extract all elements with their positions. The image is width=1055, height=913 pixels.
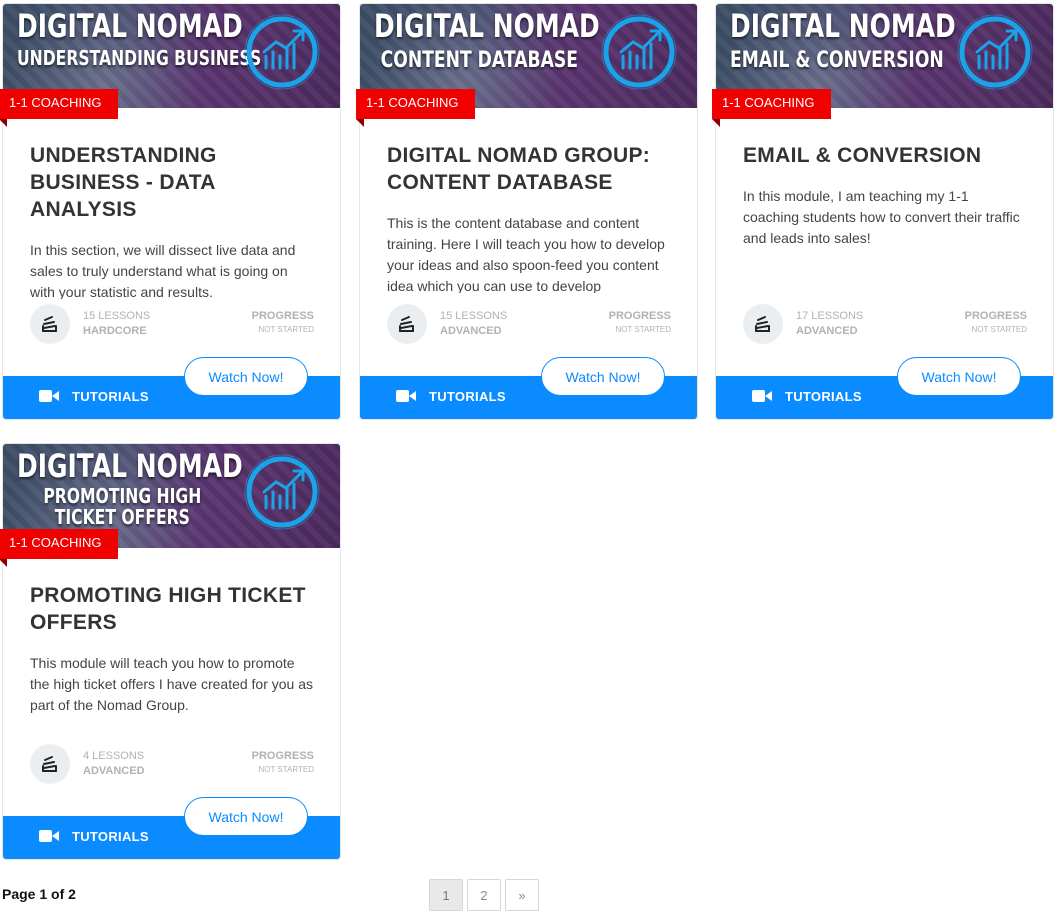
banner-title: DIGITAL NOMAD CONTENT DATABASE <box>374 7 600 73</box>
category-label[interactable]: TUTORIALS <box>72 389 149 404</box>
video-camera-icon <box>396 390 416 402</box>
course-meta: 4 LESSONS ADVANCED PROGRESS NOT STARTED <box>30 744 314 784</box>
course-card[interactable]: DIGITAL NOMAD UNDERSTANDING BUSINESS 1-1… <box>0 3 341 420</box>
difficulty-level: ADVANCED <box>440 325 502 337</box>
course-title[interactable]: UNDERSTANDING BUSINESS - DATA ANALYSIS <box>30 142 314 223</box>
card-footer: TUTORIALS Watch Now! <box>3 357 340 419</box>
course-description: This module will teach you how to promot… <box>30 655 314 713</box>
category-label[interactable]: TUTORIALS <box>429 389 506 404</box>
page-2-link[interactable]: 2 <box>467 879 501 911</box>
course-description: This is the content database and content… <box>387 215 665 293</box>
video-camera-icon <box>752 390 772 402</box>
watch-now-button[interactable]: Watch Now! <box>184 797 308 836</box>
coaching-badge: 1-1 COACHING <box>356 89 476 127</box>
coaching-badge: 1-1 COACHING <box>712 89 832 127</box>
progress-status: NOT STARTED <box>971 325 1027 334</box>
course-card[interactable]: DIGITAL NOMAD EMAIL & CONVERSION 1-1 COA… <box>712 3 1054 420</box>
video-camera-icon <box>39 830 59 842</box>
progress-label: PROGRESS <box>608 310 671 322</box>
course-meta: 17 LESSONS ADVANCED PROGRESS NOT STARTED <box>743 304 1027 344</box>
lesson-count: 15 LESSONS <box>440 310 508 322</box>
stack-icon <box>743 304 783 344</box>
card-footer: TUTORIALS Watch Now! <box>360 357 697 419</box>
course-title[interactable]: DIGITAL NOMAD GROUP: CONTENT DATABASE <box>387 142 671 196</box>
next-page-link[interactable]: » <box>505 879 539 911</box>
watch-now-button[interactable]: Watch Now! <box>541 357 665 396</box>
banner-title: DIGITAL NOMAD EMAIL & CONVERSION <box>730 7 956 73</box>
progress-label: PROGRESS <box>964 310 1027 322</box>
stack-icon <box>30 304 70 344</box>
course-card[interactable]: DIGITAL NOMAD CONTENT DATABASE 1-1 COACH… <box>356 3 698 420</box>
course-description: In this module, I am teaching my 1-1 coa… <box>743 188 1020 246</box>
watch-now-button[interactable]: Watch Now! <box>897 357 1021 396</box>
growth-chart-icon <box>601 14 677 90</box>
card-footer: TUTORIALS Watch Now! <box>3 797 340 859</box>
course-meta: 15 LESSONS ADVANCED PROGRESS NOT STARTED <box>387 304 671 344</box>
difficulty-level: ADVANCED <box>796 325 858 337</box>
video-camera-icon <box>39 390 59 402</box>
coaching-badge: 1-1 COACHING <box>0 529 119 567</box>
course-title[interactable]: PROMOTING HIGH TICKET OFFERS <box>30 582 314 636</box>
lesson-count: 17 LESSONS <box>796 310 864 322</box>
difficulty-level: ADVANCED <box>83 765 145 777</box>
course-description: In this section, we will dissect live da… <box>30 242 296 299</box>
difficulty-level: HARDCORE <box>83 325 147 337</box>
course-card[interactable]: DIGITAL NOMAD PROMOTING HIGH TICKET OFFE… <box>0 443 341 860</box>
category-label[interactable]: TUTORIALS <box>72 829 149 844</box>
growth-chart-icon <box>244 14 320 90</box>
progress-label: PROGRESS <box>251 750 314 762</box>
progress-label: PROGRESS <box>251 310 314 322</box>
growth-chart-icon <box>957 14 1033 90</box>
progress-status: NOT STARTED <box>258 325 314 334</box>
pagination: 1 2 » <box>429 879 543 911</box>
stack-icon <box>387 304 427 344</box>
category-label[interactable]: TUTORIALS <box>785 389 862 404</box>
watch-now-button[interactable]: Watch Now! <box>184 357 308 396</box>
coaching-badge: 1-1 COACHING <box>0 89 119 127</box>
banner-title: DIGITAL NOMAD PROMOTING HIGH TICKET OFFE… <box>17 447 243 529</box>
card-footer: TUTORIALS Watch Now! <box>716 357 1053 419</box>
lesson-count: 15 LESSONS <box>83 310 151 322</box>
banner-title: DIGITAL NOMAD UNDERSTANDING BUSINESS <box>17 7 262 70</box>
page-info: Page 1 of 2 <box>2 886 76 902</box>
lesson-count: 4 LESSONS <box>83 750 145 762</box>
page-1-link[interactable]: 1 <box>429 879 463 911</box>
progress-status: NOT STARTED <box>615 325 671 334</box>
stack-icon <box>30 744 70 784</box>
course-meta: 15 LESSONS HARDCORE PROGRESS NOT STARTED <box>30 304 314 344</box>
course-title[interactable]: EMAIL & CONVERSION <box>743 142 1027 169</box>
progress-status: NOT STARTED <box>258 765 314 774</box>
growth-chart-icon <box>244 454 320 530</box>
